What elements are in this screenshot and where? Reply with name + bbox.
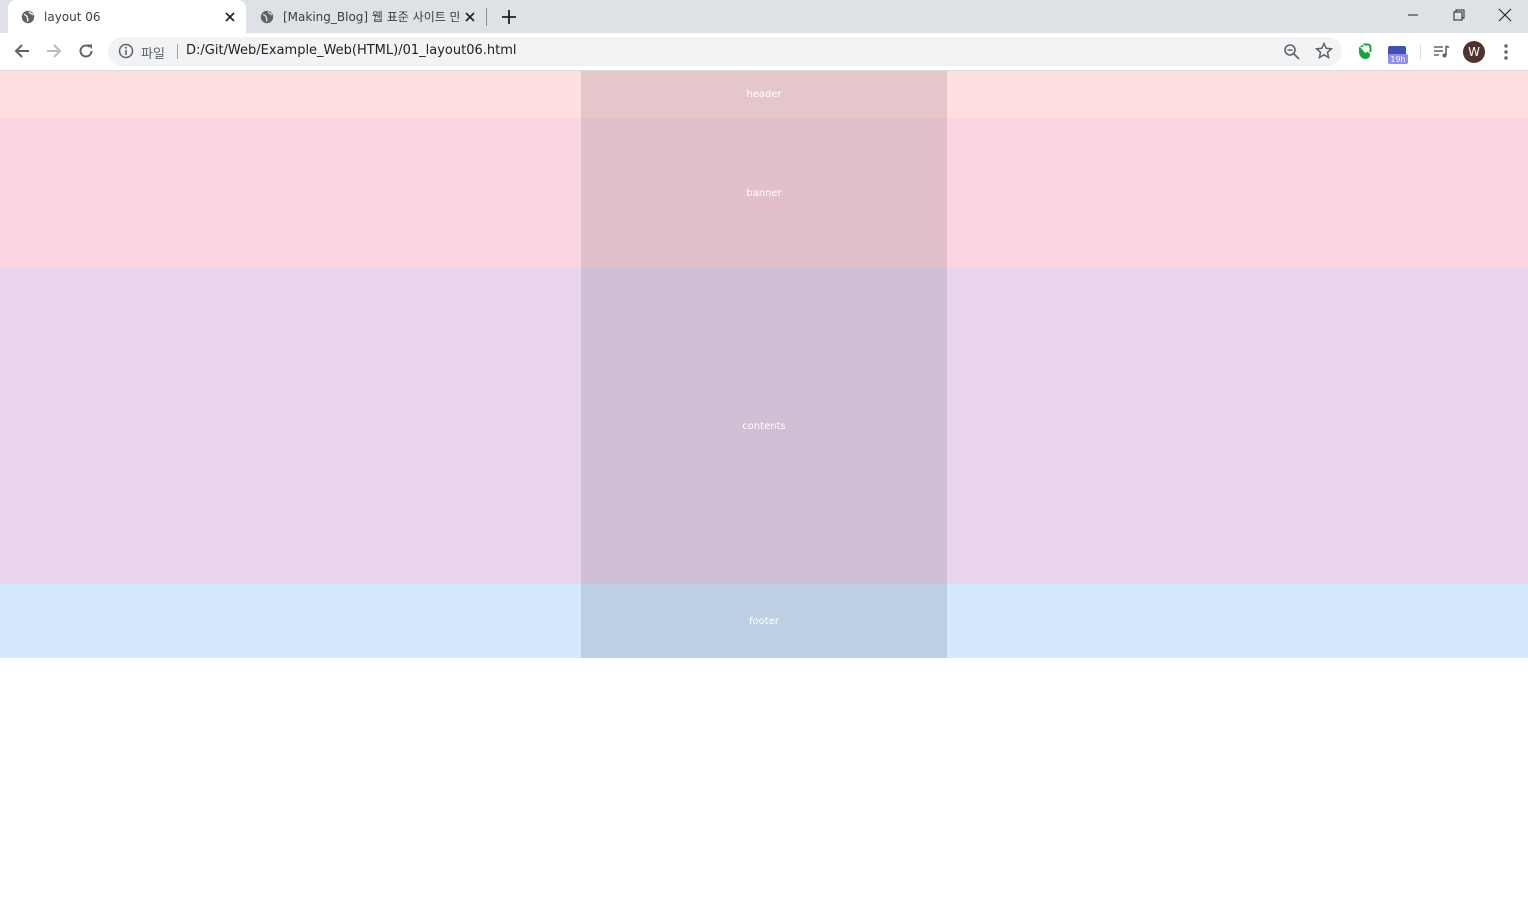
contents-label: contents <box>742 420 786 432</box>
footer-label: footer <box>749 615 779 627</box>
restore-icon <box>1453 9 1465 21</box>
page-viewport: header banner contents footer <box>0 71 1528 900</box>
address-divider <box>177 44 178 59</box>
banner-band: banner <box>0 118 1528 268</box>
tab-title: layout 06 <box>44 9 101 24</box>
close-window-button[interactable] <box>1482 0 1528 30</box>
banner-label: banner <box>746 187 782 199</box>
close-icon <box>1498 8 1512 22</box>
toolbar-separator <box>1420 44 1421 60</box>
tab-layout-06[interactable]: layout 06 <box>8 0 246 33</box>
extension-badge: 19h <box>1388 54 1408 64</box>
globe-icon <box>20 9 36 25</box>
tab-strip: layout 06 [Making_Blog] 웹 표준 사이트 만 <box>0 0 1528 33</box>
header-label: header <box>746 89 782 100</box>
url-text[interactable]: D:/Git/Web/Example_Web(HTML)/01_layout06… <box>186 43 516 58</box>
reload-button[interactable] <box>74 39 98 63</box>
tab-making-blog[interactable]: [Making_Blog] 웹 표준 사이트 만 <box>248 0 486 33</box>
info-icon[interactable] <box>118 43 134 59</box>
footer-band: footer <box>0 584 1528 658</box>
back-arrow-icon <box>14 44 29 58</box>
tab-separator <box>486 8 487 26</box>
tab-title: [Making_Blog] 웹 표준 사이트 만 <box>283 10 459 24</box>
new-tab-button[interactable] <box>499 7 519 27</box>
footer-container: footer <box>581 584 947 658</box>
plus-icon <box>502 10 516 24</box>
close-tab-icon[interactable] <box>222 9 238 25</box>
header-band: header <box>0 71 1528 118</box>
minimize-icon <box>1408 14 1418 16</box>
globe-icon <box>259 9 275 25</box>
minimize-button[interactable] <box>1390 0 1436 30</box>
browser-toolbar: 파일 D:/Git/Web/Example_Web(HTML)/01_layou… <box>0 33 1528 71</box>
close-tab-icon[interactable] <box>462 9 478 25</box>
banner-container: banner <box>581 118 947 268</box>
forward-arrow-icon <box>47 44 62 58</box>
bookmark-star-icon[interactable] <box>1314 41 1334 60</box>
evernote-extension-icon[interactable] <box>1354 41 1376 63</box>
contents-container: contents <box>581 268 947 584</box>
zoom-icon[interactable] <box>1283 43 1301 61</box>
forward-button[interactable] <box>42 39 66 63</box>
scheme-label: 파일 <box>141 47 165 62</box>
contents-band: contents <box>0 268 1528 584</box>
header-container: header <box>581 71 947 118</box>
address-bar[interactable]: 파일 D:/Git/Web/Example_Web(HTML)/01_layou… <box>108 37 1342 66</box>
more-menu-icon[interactable] <box>1495 41 1517 63</box>
back-button[interactable] <box>10 39 34 63</box>
media-control-icon[interactable] <box>1430 41 1452 63</box>
restore-button[interactable] <box>1436 0 1482 30</box>
reload-icon <box>79 44 93 58</box>
profile-avatar[interactable]: W <box>1463 41 1485 63</box>
